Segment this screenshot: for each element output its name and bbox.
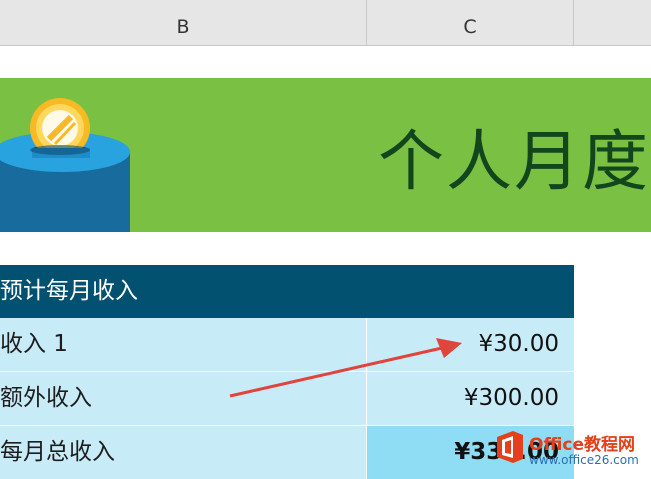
table-row: 每月总收入 ¥330.00 — [0, 426, 574, 479]
column-header-d[interactable] — [574, 0, 651, 45]
row-label-income1[interactable]: 收入 1 — [0, 318, 367, 371]
column-header-bar: B C — [0, 0, 651, 46]
table-row: 收入 1 ¥30.00 — [0, 318, 574, 372]
coin-bank-icon — [0, 98, 130, 232]
table-header-label: 预计每月收入 — [0, 278, 138, 304]
row-value-extra-income[interactable]: ¥300.00 — [367, 372, 574, 425]
table-header[interactable]: 预计每月收入 — [0, 265, 574, 318]
row-label-total-income[interactable]: 每月总收入 — [0, 426, 367, 479]
banner-title[interactable]: 个人月度 — [378, 108, 650, 204]
office-logo-icon — [497, 431, 523, 463]
watermark-text-url: www.office26.com — [529, 453, 639, 467]
column-header-b[interactable]: B — [0, 0, 367, 45]
table-row: 额外收入 ¥300.00 — [0, 372, 574, 426]
column-header-c[interactable]: C — [367, 0, 574, 45]
watermark-text-main: Office教程网 — [529, 435, 636, 455]
row-label-extra-income[interactable]: 额外收入 — [0, 372, 367, 425]
watermark: Office教程网 www.office26.com — [493, 426, 651, 477]
row-value-income1[interactable]: ¥30.00 — [367, 318, 574, 371]
